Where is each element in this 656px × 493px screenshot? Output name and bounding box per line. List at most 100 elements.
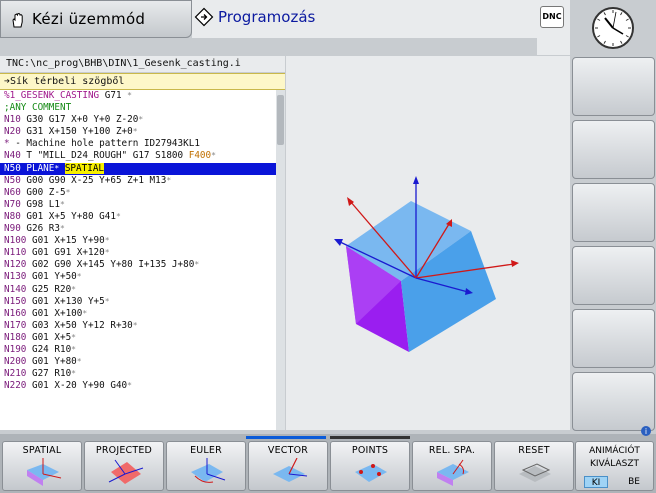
- program-listing[interactable]: %1_GESENK_CASTING G71 * ;ANY COMMENT N10 G…: [0, 90, 285, 430]
- block-number: N110: [4, 247, 27, 259]
- block-end-marker: *: [71, 332, 76, 342]
- program-line[interactable]: N80 G01 X+5 Y+80 G41*: [0, 211, 285, 223]
- right-softkey-3[interactable]: [572, 183, 655, 242]
- block-end-marker: *: [71, 369, 76, 379]
- program-line[interactable]: %1_GESENK_CASTING G71 *: [0, 90, 285, 102]
- program-line[interactable]: * - Machine hole pattern ID27943KL1: [0, 138, 285, 150]
- tab-programming-mode[interactable]: Programozás: [192, 0, 537, 38]
- right-softkey-6[interactable]: [572, 372, 655, 431]
- block-content: T "MILL_D24_ROUGH" G17 S1800: [20, 150, 189, 162]
- hand-icon: [12, 12, 23, 28]
- euler-angle-icon: [191, 458, 226, 483]
- block-end-marker: *: [132, 320, 138, 330]
- block-end-marker: *: [76, 357, 82, 367]
- program-line[interactable]: N100 G01 X+15 Y+90*: [0, 235, 285, 247]
- block-number: N120: [4, 259, 27, 271]
- softkey-animation-select[interactable]: ANIMÁCIÓT KIVÁLASZT KI BE: [575, 441, 654, 491]
- cycle-title-bar: ➔Sík térbeli szögből: [0, 73, 285, 90]
- program-line[interactable]: N50 G00 G90 X-25 Y+65 Z+1 M13*: [0, 175, 285, 187]
- right-softkey-1[interactable]: [572, 57, 655, 116]
- program-line[interactable]: N180 G01 X+5*: [0, 332, 285, 344]
- block-number: N130: [4, 271, 27, 283]
- block-content: G01 G91 X+120: [26, 247, 105, 259]
- block-content: G71: [99, 90, 128, 101]
- block-number: N80: [4, 210, 21, 222]
- program-line[interactable]: N190 G24 R10*: [0, 344, 285, 356]
- plane-help-graphic: [286, 56, 570, 430]
- feed-value: F400: [188, 150, 212, 162]
- program-line[interactable]: N90 G26 R3*: [0, 223, 285, 235]
- program-line[interactable]: N20 G31 X+150 Y+100 Z+0*: [0, 126, 285, 138]
- program-scroll-thumb[interactable]: [277, 95, 284, 145]
- tab-manual-mode[interactable]: Kézi üzemmód: [0, 0, 192, 38]
- block-content: G01 X-20 Y+90 G40: [26, 380, 128, 392]
- program-line[interactable]: N70 G98 L1*: [0, 199, 285, 211]
- block-end-marker: *: [71, 284, 76, 294]
- block-number: N140: [4, 283, 27, 295]
- block-content: G00 Z-5: [20, 186, 66, 198]
- program-line[interactable]: N170 G03 X+50 Y+12 R+30*: [0, 320, 285, 332]
- selected-word[interactable]: SPATIAL: [64, 162, 105, 174]
- toggle-on[interactable]: BE: [624, 476, 644, 488]
- projected-angle-icon: [108, 459, 144, 484]
- svg-text:i: i: [645, 427, 647, 436]
- softkey-projected[interactable]: PROJECTED: [84, 441, 164, 491]
- relative-spatial-icon: [437, 459, 469, 486]
- program-line[interactable]: N60 G00 Z-5*: [0, 187, 285, 199]
- program-line[interactable]: N40 T "MILL_D24_ROUGH" G17 S1800 F400*: [0, 150, 285, 162]
- softkey-points[interactable]: POINTS: [330, 441, 410, 491]
- animation-toggle[interactable]: KI BE: [584, 476, 646, 488]
- tab-programming-label: Programozás: [218, 8, 316, 26]
- info-icon[interactable]: i: [640, 425, 652, 437]
- dnc-button[interactable]: DNC: [540, 6, 564, 28]
- program-line[interactable]: N120 G02 G90 X+145 Y+80 I+135 J+80*: [0, 259, 285, 271]
- block-end-marker: *: [127, 381, 132, 391]
- right-softkey-4[interactable]: [572, 246, 655, 305]
- block-end-marker: *: [194, 260, 200, 270]
- program-line-selected[interactable]: N50 PLANE* SPATIAL: [0, 162, 285, 175]
- animation-label-2: KIVÁLASZT: [589, 459, 640, 469]
- block-content: G24 R10: [26, 343, 72, 355]
- toggle-off[interactable]: KI: [584, 476, 608, 488]
- vector-icon: [273, 458, 308, 482]
- right-softkey-2[interactable]: [572, 120, 655, 179]
- block-end-marker: *: [104, 296, 110, 306]
- softkey-vector[interactable]: VECTOR: [248, 441, 328, 491]
- block-number: N150: [4, 295, 27, 307]
- block-end-marker: *: [104, 236, 110, 246]
- block-number: N10: [4, 114, 21, 126]
- program-line[interactable]: N220 G01 X-20 Y+90 G40*: [0, 380, 285, 392]
- program-line[interactable]: N130 G01 Y+50*: [0, 271, 285, 283]
- right-softkey-5[interactable]: [572, 309, 655, 368]
- block-content: G01 Y+50: [26, 271, 77, 283]
- softkey-bar-indicator-2: [330, 436, 410, 439]
- softkey-euler[interactable]: EULER: [166, 441, 246, 491]
- block-end-marker: *: [138, 115, 144, 125]
- program-line[interactable]: N110 G01 G91 X+120*: [0, 247, 285, 259]
- softkey-spatial[interactable]: SPATIAL: [2, 441, 82, 491]
- softkey-reset[interactable]: RESET: [494, 441, 574, 491]
- block-content: G31 X+150 Y+100 Z+0: [20, 126, 133, 138]
- block-end-marker: *: [211, 151, 216, 161]
- program-line[interactable]: N140 G25 R20*: [0, 284, 285, 296]
- block-end-marker: *: [65, 187, 71, 197]
- block-content: G01 Y+80: [26, 356, 77, 368]
- block-number: N20: [4, 126, 21, 138]
- program-line[interactable]: N150 G01 X+130 Y+5*: [0, 296, 285, 308]
- block-end-marker: *: [127, 91, 132, 100]
- block-number: N70: [4, 198, 21, 210]
- program-line[interactable]: N210 G27 R10*: [0, 368, 285, 380]
- block-end-marker: *: [71, 344, 76, 354]
- reset-icon: [519, 463, 551, 482]
- program-line[interactable]: N200 G01 Y+80*: [0, 356, 285, 368]
- program-line[interactable]: N10 G30 G17 X+0 Y+0 Z-20*: [0, 114, 285, 126]
- block-content: G01 X+5 Y+80 G41: [20, 210, 116, 222]
- program-line[interactable]: ;ANY COMMENT: [0, 102, 285, 114]
- softkey-bar-indicator: [246, 436, 326, 439]
- block-content: - Machine hole pattern ID27943KL1: [9, 138, 200, 150]
- program-line[interactable]: N160 G01 X+100*: [0, 308, 285, 320]
- block-content: G03 X+50 Y+12 R+30: [26, 319, 133, 331]
- block-content: G00 G90 X-25 Y+65 Z+1 M13: [20, 174, 167, 186]
- block-end-marker: *: [76, 272, 82, 282]
- softkey-rel-spa[interactable]: REL. SPA.: [412, 441, 492, 491]
